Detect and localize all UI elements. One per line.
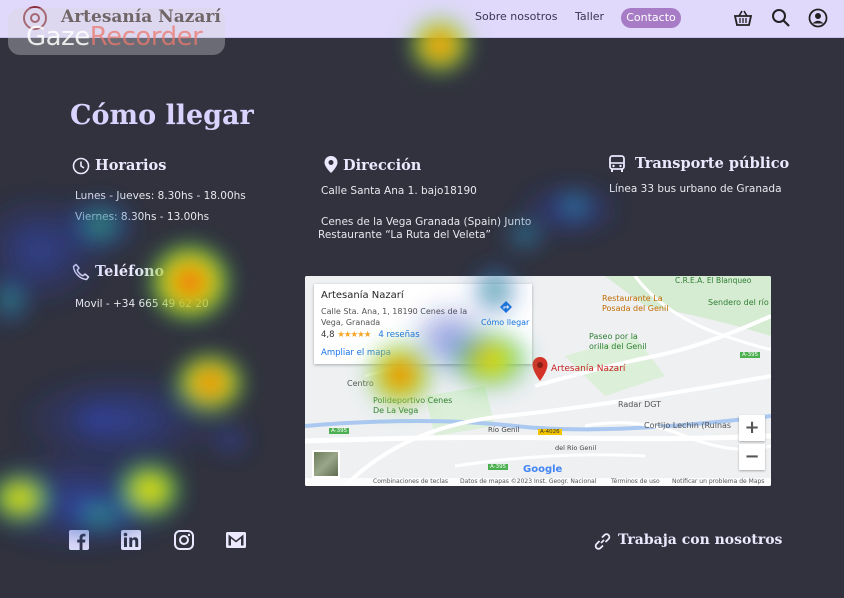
- work-with-us-link[interactable]: Trabaja con nosotros: [618, 532, 782, 548]
- linkedin-icon[interactable]: [121, 530, 141, 550]
- map-footer-keys[interactable]: Combinaciones de teclas: [373, 478, 448, 485]
- map-satellite-toggle[interactable]: [312, 450, 340, 478]
- bus-icon: [609, 155, 625, 172]
- search-icon[interactable]: [771, 8, 791, 28]
- telefono-line-1: Movil - +34 665 49 62 20: [75, 298, 209, 310]
- nav-about[interactable]: Sobre nosotros: [475, 10, 557, 23]
- map-label-crea: C.R.E.A. El Blanqueo: [675, 276, 752, 285]
- google-map[interactable]: Artesanía Nazarí Calle Sta. Ana, 1, 1819…: [305, 276, 771, 486]
- map-footer-terms[interactable]: Términos de uso: [611, 478, 660, 485]
- link-icon[interactable]: [593, 532, 612, 551]
- map-card-rating: 4,8 ★★★★★ 4 reseñas: [321, 330, 420, 340]
- clock-icon: [72, 157, 90, 175]
- direccion-heading: Dirección: [343, 157, 422, 174]
- map-card-reviews-link[interactable]: 4 reseñas: [378, 330, 419, 340]
- map-label-sendero[interactable]: Sendero del río: [708, 298, 769, 307]
- road-a395-b: A-395: [740, 352, 761, 358]
- page: Artesanía Nazarí Sobre nosotros Taller C…: [0, 0, 844, 598]
- horarios-line-2: Viernes: 8.30hs - 13.00hs: [75, 211, 210, 223]
- road-a4026: A-4026: [538, 429, 562, 435]
- map-label-rio-1: Río Genil: [488, 426, 520, 434]
- map-label-paseo[interactable]: Paseo por la orilla del Genil: [589, 332, 659, 352]
- basket-icon[interactable]: [733, 8, 753, 28]
- map-label-restaurant[interactable]: Restaurante La Posada del Genil: [602, 294, 682, 314]
- map-label-pin[interactable]: Artesanía Nazarí: [551, 364, 625, 374]
- gazerecorder-watermark: GazeRecorder: [8, 8, 225, 55]
- google-logo: Google: [523, 464, 563, 475]
- map-enlarge-link[interactable]: Ampliar el mapa: [321, 348, 391, 358]
- map-card-title: Artesanía Nazarí: [321, 290, 404, 301]
- user-icon[interactable]: [808, 8, 828, 28]
- map-label-centro: Centro: [347, 379, 374, 388]
- map-label-polideportivo[interactable]: Polideportivo Cenes De La Vega: [373, 396, 463, 416]
- facebook-icon[interactable]: [69, 530, 89, 550]
- map-label-rio-2: del Río Genil: [555, 444, 597, 452]
- map-card-address: Calle Sta. Ana, 1, 18190 Cenes de la Veg…: [321, 307, 468, 327]
- map-footer: Combinaciones de teclas Datos de mapas ©…: [305, 478, 771, 486]
- map-info-card: Artesanía Nazarí Calle Sta. Ana, 1, 1819…: [314, 284, 532, 364]
- location-pin-icon: [324, 156, 338, 173]
- map-directions-link[interactable]: Cómo llegar: [481, 318, 529, 327]
- horarios-line-1: Lunes - Jueves: 8.30hs - 18.00hs: [75, 190, 246, 202]
- road-a395-c: A-395: [488, 464, 509, 470]
- map-footer-data: Datos de mapas ©2023 Inst. Geogr. Nacion…: [460, 478, 597, 485]
- phone-icon: [72, 263, 90, 281]
- direccion-line-1: Calle Santa Ana 1. bajo18190: [321, 185, 477, 197]
- instagram-icon[interactable]: [174, 530, 194, 550]
- nav-taller[interactable]: Taller: [575, 10, 604, 23]
- map-footer-report[interactable]: Notificar un problema de Maps: [672, 478, 764, 485]
- map-zoom-in-button[interactable]: +: [739, 415, 765, 441]
- transporte-heading: Transporte público: [635, 155, 790, 172]
- transporte-line-1: Línea 33 bus urbano de Granada: [609, 183, 782, 195]
- rating-stars-icon: ★★★★★: [337, 330, 371, 340]
- direccion-line-3: Restaurante “La Ruta del Veleta”: [318, 229, 491, 241]
- horarios-heading: Horarios: [95, 157, 167, 174]
- map-zoom-out-button[interactable]: −: [739, 444, 765, 470]
- telefono-heading: Teléfono: [95, 263, 165, 280]
- nav-contact[interactable]: Contacto: [621, 8, 681, 28]
- map-label-radar[interactable]: Radar DGT: [618, 400, 661, 409]
- directions-icon[interactable]: [499, 300, 513, 314]
- page-title: Cómo llegar: [70, 100, 254, 131]
- mail-icon[interactable]: [226, 532, 246, 548]
- map-pin-icon[interactable]: [531, 356, 549, 382]
- map-label-cortijo: Cortijo Lechin (Ruinas: [644, 421, 732, 430]
- road-a395-a: A-395: [329, 428, 350, 434]
